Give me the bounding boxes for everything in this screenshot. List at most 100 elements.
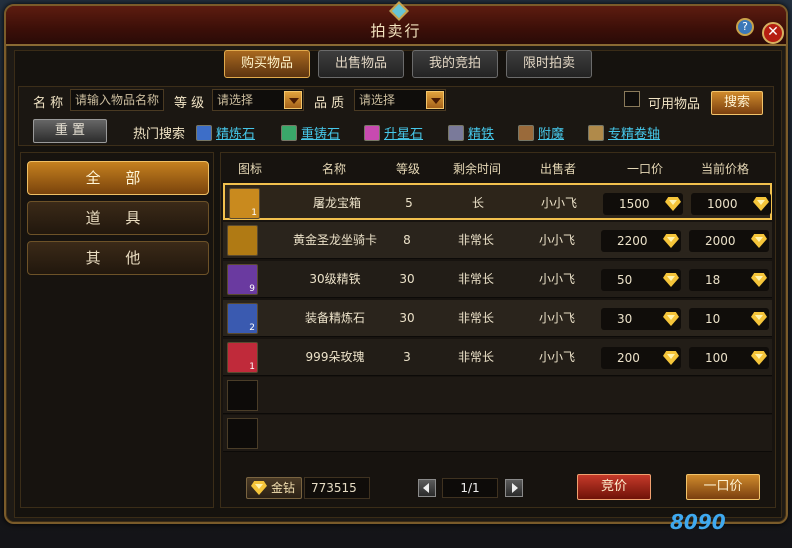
reset-button[interactable]: 重 置 bbox=[33, 119, 107, 143]
prev-page-button[interactable] bbox=[418, 479, 436, 497]
quality-dropdown-arrow-icon[interactable] bbox=[426, 91, 444, 109]
item-seller: 小小飞 bbox=[540, 196, 577, 210]
buyout-price: 200 bbox=[601, 347, 681, 369]
empty-item-slot bbox=[227, 380, 258, 411]
gold-diamond-label: 金钻 bbox=[246, 477, 302, 499]
buyout-button[interactable]: 一口价 bbox=[686, 474, 760, 500]
gold-diamond-icon bbox=[753, 197, 769, 211]
item-seller: 小小飞 bbox=[538, 233, 575, 247]
tab-my-bids[interactable]: 我的竞拍 bbox=[412, 50, 498, 78]
usable-items-label: 可用物品 bbox=[648, 97, 701, 112]
table-row[interactable]: 1 屠龙宝箱 5 长 小小飞 1500 1000 bbox=[223, 183, 772, 220]
header-buyout: 一口价 bbox=[626, 162, 663, 176]
item-name: 黄金圣龙坐骑卡 bbox=[292, 233, 377, 247]
search-button[interactable]: 搜索 bbox=[711, 91, 763, 115]
hot-search-refining-stone[interactable]: 精炼石 bbox=[196, 123, 255, 142]
refined-iron-icon bbox=[448, 124, 464, 141]
chevron-left-icon bbox=[423, 483, 429, 493]
item-level: 5 bbox=[405, 196, 413, 210]
tab-limited-auction[interactable]: 限时拍卖 bbox=[506, 50, 592, 78]
buyout-price-value: 30 bbox=[617, 312, 633, 326]
item-remaining-time: 非常长 bbox=[457, 272, 494, 286]
category-panel: 全 部 道 具 其 他 bbox=[20, 152, 214, 508]
help-button[interactable]: ? bbox=[736, 18, 754, 36]
gold-diamond-icon bbox=[751, 273, 767, 287]
bid-button[interactable]: 竞价 bbox=[577, 474, 651, 500]
buyout-price-value: 50 bbox=[617, 273, 633, 287]
refining-stone-icon: 2 bbox=[227, 303, 258, 334]
item-seller: 小小飞 bbox=[538, 272, 575, 286]
gold-diamond-icon bbox=[663, 351, 679, 365]
buyout-price-value: 2200 bbox=[617, 234, 648, 248]
title-bar: 拍卖行 ? ✕ bbox=[6, 1, 786, 46]
refined-iron-icon: 9 bbox=[227, 264, 258, 295]
gold-diamond-label-text: 金钻 bbox=[271, 481, 296, 495]
table-row[interactable]: 2 装备精炼石 30 非常长 小小飞 30 10 bbox=[223, 300, 772, 337]
hot-search-mastery-scroll[interactable]: 专精卷轴 bbox=[588, 123, 660, 142]
item-quantity: 1 bbox=[251, 208, 257, 218]
gold-diamond-balance: 773515 bbox=[304, 477, 370, 499]
item-name: 30级精铁 bbox=[309, 272, 361, 286]
header-current-price: 当前价格 bbox=[700, 162, 749, 176]
treasure-chest-icon: 1 bbox=[229, 188, 260, 219]
current-price-value: 2000 bbox=[705, 234, 736, 248]
hot-search-label: 热门搜索 bbox=[133, 127, 186, 142]
current-price: 18 bbox=[689, 269, 769, 291]
hot-search-star-stone[interactable]: 升星石 bbox=[364, 123, 423, 142]
next-page-button[interactable] bbox=[505, 479, 523, 497]
hot-search-enchant[interactable]: 附魔 bbox=[518, 123, 564, 142]
table-row[interactable]: 黄金圣龙坐骑卡 8 非常长 小小飞 2200 2000 bbox=[223, 222, 772, 259]
enchant-icon bbox=[518, 124, 534, 141]
usable-items-checkbox[interactable] bbox=[624, 91, 640, 107]
current-price: 1000 bbox=[691, 193, 771, 215]
buyout-price: 30 bbox=[601, 308, 681, 330]
level-label: 等 级 bbox=[174, 96, 205, 111]
buyout-price: 2200 bbox=[601, 230, 681, 252]
item-quantity: 2 bbox=[249, 323, 255, 333]
tab-sell-items[interactable]: 出售物品 bbox=[318, 50, 404, 78]
refining-stone-icon bbox=[196, 124, 212, 141]
item-level: 30 bbox=[399, 272, 415, 286]
hot-search-label-text[interactable]: 精铁 bbox=[468, 123, 494, 142]
hot-search-label-text[interactable]: 升星石 bbox=[384, 123, 423, 142]
header-icon: 图标 bbox=[237, 162, 262, 176]
empty-row bbox=[223, 415, 772, 452]
item-level: 3 bbox=[403, 350, 411, 364]
category-all[interactable]: 全 部 bbox=[27, 161, 209, 195]
name-search-input[interactable]: 请输入物品名称 bbox=[70, 89, 164, 111]
buyout-price: 1500 bbox=[603, 193, 683, 215]
current-price: 2000 bbox=[689, 230, 769, 252]
hot-search-label-text[interactable]: 附魔 bbox=[538, 123, 564, 142]
hot-search-label-text[interactable]: 重铸石 bbox=[301, 123, 340, 142]
item-seller: 小小飞 bbox=[538, 350, 575, 364]
tab-bar: 购买物品 出售物品 我的竞拍 限时拍卖 bbox=[224, 50, 592, 78]
gold-diamond-icon bbox=[251, 481, 267, 495]
current-price-value: 100 bbox=[705, 351, 728, 365]
current-price-value: 1000 bbox=[707, 197, 738, 211]
header-name: 名称 bbox=[321, 162, 346, 176]
star-stone-icon bbox=[364, 124, 380, 141]
current-price-value: 18 bbox=[705, 273, 721, 287]
item-remaining-time: 非常长 bbox=[457, 311, 494, 325]
rose-bouquet-icon: 1 bbox=[227, 342, 258, 373]
table-row[interactable]: 9 30级精铁 30 非常长 小小飞 50 18 bbox=[223, 261, 772, 298]
gold-diamond-icon bbox=[751, 312, 767, 326]
item-name: 装备精炼石 bbox=[304, 311, 365, 325]
hot-search-reforge-stone[interactable]: 重铸石 bbox=[281, 123, 340, 142]
tab-buy-items[interactable]: 购买物品 bbox=[224, 50, 310, 78]
hot-search-label-text[interactable]: 精炼石 bbox=[216, 123, 255, 142]
hot-search-label-text[interactable]: 专精卷轴 bbox=[608, 123, 660, 142]
table-row[interactable]: 1 999朵玫瑰 3 非常长 小小飞 200 100 bbox=[223, 339, 772, 376]
buyout-price: 50 bbox=[601, 269, 681, 291]
close-button[interactable]: ✕ bbox=[762, 22, 784, 44]
category-items[interactable]: 道 具 bbox=[27, 201, 209, 235]
item-level: 30 bbox=[399, 311, 415, 325]
hot-search-refined-iron[interactable]: 精铁 bbox=[448, 123, 494, 142]
category-other[interactable]: 其 他 bbox=[27, 241, 209, 275]
level-dropdown-arrow-icon[interactable] bbox=[284, 91, 302, 109]
page-indicator: 1/1 bbox=[442, 478, 498, 498]
gold-diamond-icon bbox=[663, 234, 679, 248]
header-remaining-time: 剩余时间 bbox=[452, 162, 501, 176]
gold-diamond-icon bbox=[751, 234, 767, 248]
window-title: 拍卖行 bbox=[370, 22, 422, 40]
